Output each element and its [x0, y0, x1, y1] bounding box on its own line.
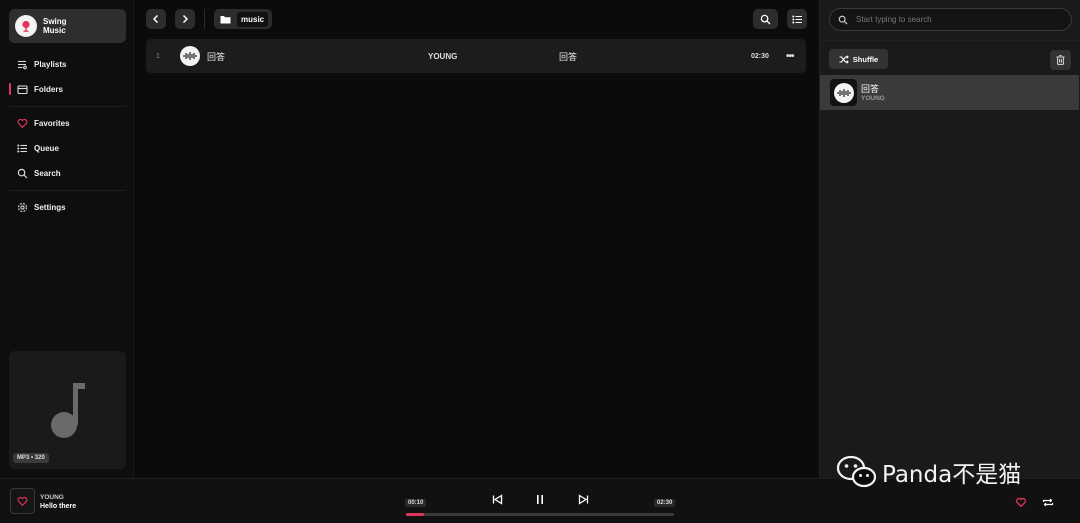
- search-icon: [838, 15, 848, 25]
- total-time: 02:30: [654, 499, 676, 507]
- search-field[interactable]: [829, 8, 1072, 31]
- heart-icon: [17, 118, 28, 129]
- shuffle-label: Shuffle: [852, 54, 879, 64]
- track-title[interactable]: 回答: [207, 39, 225, 73]
- toolbar-divider: [204, 9, 205, 29]
- now-playing-title: Hello there: [40, 503, 77, 510]
- music-note-icon: [51, 383, 85, 438]
- gear-icon: [17, 202, 28, 213]
- track-duration: 02:30: [751, 52, 769, 60]
- skip-previous-icon: [492, 493, 502, 505]
- now-playing-artist[interactable]: YOUNG: [40, 494, 64, 501]
- skip-next-icon: [578, 493, 588, 505]
- search-icon: [17, 168, 28, 179]
- format-badge: MP3 • 320: [13, 453, 49, 463]
- list-view-icon: [791, 15, 802, 23]
- sidebar-item-label: Queue: [34, 143, 59, 153]
- repeat-icon: [1042, 498, 1054, 506]
- search-button[interactable]: [753, 9, 778, 29]
- sidebar-item-label: Folders: [34, 84, 63, 94]
- pause-icon: [537, 494, 543, 504]
- sidebar-item-label: Favorites: [34, 118, 70, 128]
- sidebar-item-settings[interactable]: Settings: [0, 197, 134, 217]
- search-input[interactable]: [856, 15, 1056, 24]
- queue-item-artist[interactable]: YOUNG: [861, 95, 885, 102]
- sidebar-item-playlists[interactable]: Playlists: [0, 54, 134, 74]
- track-artist[interactable]: YOUNG: [428, 39, 457, 73]
- queue-thumbnail: [830, 79, 857, 106]
- clear-queue-button[interactable]: [1050, 50, 1071, 70]
- trash-icon: [1056, 55, 1065, 65]
- elapsed-time: 00:10: [405, 499, 427, 507]
- watermark: Panda不是猫: [836, 455, 1021, 489]
- sidebar-item-label: Playlists: [34, 59, 67, 69]
- app-name: Swing Music: [43, 17, 67, 35]
- view-toggle-button[interactable]: [787, 9, 807, 29]
- next-button[interactable]: [575, 491, 591, 507]
- waveform-icon: [836, 88, 851, 97]
- track-index: 1: [156, 52, 160, 60]
- table-row[interactable]: 1 回答 YOUNG 回答 02:30 •••: [146, 39, 806, 73]
- folder-icon: [17, 84, 28, 95]
- breadcrumb[interactable]: music: [214, 9, 273, 29]
- wechat-icon: [836, 455, 878, 489]
- sidebar-divider: [9, 190, 126, 191]
- more-options-button[interactable]: •••: [786, 39, 794, 73]
- list-item[interactable]: 回答 YOUNG: [820, 75, 1079, 110]
- app-logo[interactable]: Swing Music: [9, 9, 126, 43]
- sidebar-item-queue[interactable]: Queue: [0, 138, 134, 158]
- track-album[interactable]: 回答: [559, 39, 577, 73]
- watermark-text: Panda不是猫: [882, 462, 1022, 488]
- favorite-button[interactable]: [10, 488, 35, 514]
- chevron-right-icon: [182, 14, 189, 24]
- forward-button[interactable]: [175, 9, 195, 29]
- heart-icon: [1015, 497, 1027, 507]
- pause-button[interactable]: [532, 491, 548, 507]
- shuffle-icon: [839, 54, 849, 64]
- sidebar-divider: [9, 106, 126, 107]
- app-window: Swing Music Playlists Folders Favorites: [0, 0, 1080, 523]
- list-icon: [17, 143, 28, 154]
- sidebar: Swing Music Playlists Folders Favorites: [0, 0, 134, 478]
- folder-icon: [220, 15, 231, 23]
- previous-button[interactable]: [489, 491, 505, 507]
- playlist-icon: [17, 59, 28, 70]
- track-thumbnail: [180, 46, 200, 66]
- queue-item-title: 回答: [861, 84, 880, 94]
- panel-divider: [820, 40, 1080, 41]
- chevron-left-icon: [152, 14, 159, 24]
- sidebar-item-favorites[interactable]: Favorites: [0, 113, 134, 133]
- queue-panel: Shuffle 回答 YOUNG: [819, 0, 1080, 478]
- sidebar-item-search[interactable]: Search: [0, 163, 134, 183]
- shuffle-button[interactable]: Shuffle: [829, 49, 888, 69]
- sidebar-item-label: Search: [34, 168, 61, 178]
- logo-icon: [15, 15, 37, 37]
- now-playing-artwork[interactable]: MP3 • 320: [9, 351, 126, 469]
- progress-fill: [406, 513, 424, 516]
- progress-slider[interactable]: [406, 513, 674, 516]
- sidebar-item-folders[interactable]: Folders: [0, 79, 134, 99]
- like-button[interactable]: [1014, 495, 1028, 509]
- sidebar-item-label: Settings: [34, 202, 66, 212]
- heart-icon: [17, 496, 28, 506]
- breadcrumb-item[interactable]: music: [237, 11, 269, 27]
- repeat-button[interactable]: [1041, 495, 1055, 509]
- waveform-icon: [183, 52, 197, 60]
- back-button[interactable]: [146, 9, 166, 29]
- main-content: music 1 回答 YOUNG 回答 02:30 •••: [134, 0, 819, 478]
- search-icon: [760, 14, 771, 24]
